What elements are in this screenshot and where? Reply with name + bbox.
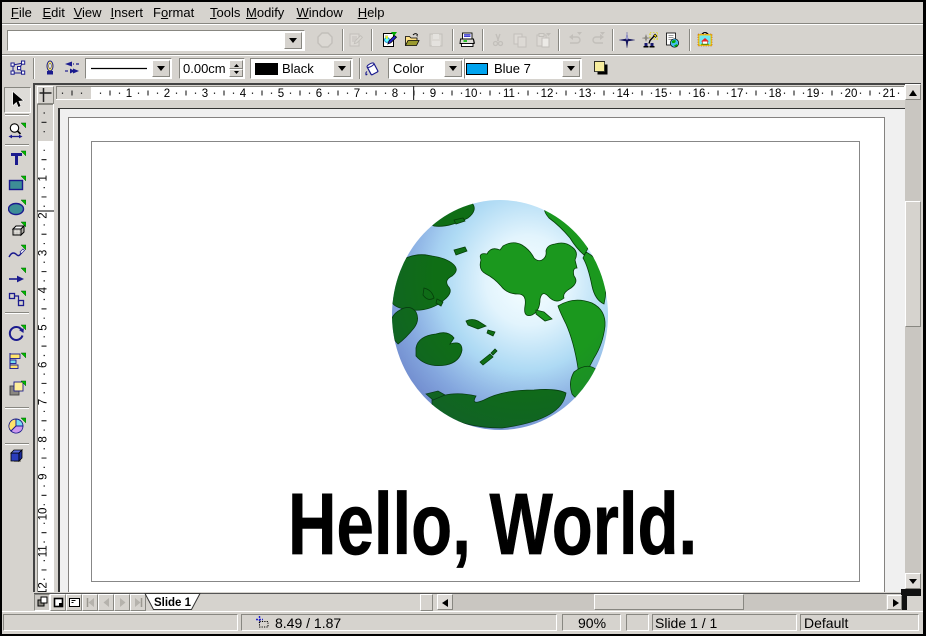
svg-text:10: 10 bbox=[465, 88, 478, 100]
svg-text:12: 12 bbox=[541, 88, 554, 100]
svg-text:4: 4 bbox=[38, 286, 50, 293]
svg-text:5: 5 bbox=[278, 88, 284, 100]
svg-text:1: 1 bbox=[38, 175, 50, 181]
svg-text:7: 7 bbox=[38, 399, 50, 405]
svg-text:17: 17 bbox=[731, 88, 744, 100]
svg-text:6: 6 bbox=[38, 362, 50, 368]
svg-text:1: 1 bbox=[126, 88, 132, 100]
svg-text:3: 3 bbox=[202, 88, 208, 100]
svg-text:18: 18 bbox=[769, 88, 782, 100]
svg-text:3: 3 bbox=[38, 250, 50, 256]
svg-text:Slide 1: Slide 1 bbox=[154, 597, 192, 609]
svg-text:2: 2 bbox=[38, 212, 50, 218]
svg-text:16: 16 bbox=[693, 88, 706, 100]
svg-text:8: 8 bbox=[38, 436, 50, 442]
svg-text:2: 2 bbox=[164, 88, 170, 100]
svg-text:10: 10 bbox=[38, 508, 50, 521]
svg-text:4: 4 bbox=[240, 88, 247, 100]
svg-text:14: 14 bbox=[617, 88, 630, 100]
svg-text:15: 15 bbox=[655, 88, 668, 100]
svg-text:9: 9 bbox=[430, 88, 436, 100]
svg-text:8: 8 bbox=[392, 88, 398, 100]
svg-text:20: 20 bbox=[845, 88, 858, 100]
svg-text:9: 9 bbox=[38, 473, 50, 479]
svg-text:12: 12 bbox=[38, 582, 50, 592]
svg-text:11: 11 bbox=[38, 545, 50, 557]
svg-text:5: 5 bbox=[38, 324, 50, 330]
svg-text:19: 19 bbox=[807, 88, 820, 100]
svg-text:6: 6 bbox=[316, 88, 322, 100]
svg-text:11: 11 bbox=[503, 88, 515, 100]
svg-text:7: 7 bbox=[354, 88, 360, 100]
svg-text:13: 13 bbox=[579, 88, 592, 100]
svg-text:21: 21 bbox=[883, 88, 896, 100]
